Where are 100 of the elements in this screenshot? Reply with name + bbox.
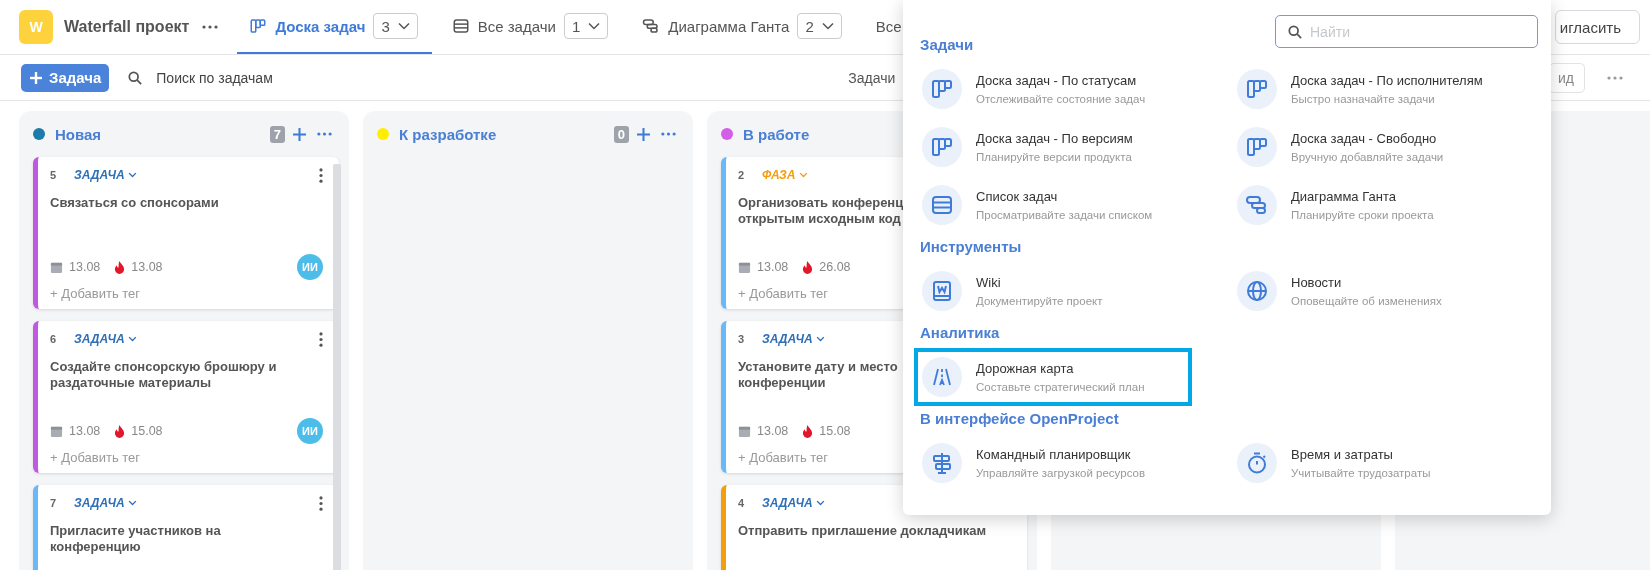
board-icon [249, 17, 268, 35]
tab-label: Все задачи [477, 17, 556, 35]
tab-label: Доска задач [275, 17, 366, 35]
start-date: 13.08 [69, 424, 101, 438]
search-field[interactable]: Найти [1275, 15, 1538, 48]
chevron-icon [127, 500, 137, 506]
start-date: 13.08 [757, 260, 789, 274]
tab-label: Все [875, 17, 902, 35]
board-icon [1245, 135, 1269, 159]
task-type-dropdown[interactable]: ЗАДАЧА [762, 496, 825, 510]
more-icon[interactable] [317, 132, 332, 136]
flame-icon [802, 424, 814, 438]
calendar-icon [50, 260, 63, 274]
tab-label: Диаграмма Ганта [668, 17, 790, 35]
item-description: Планируйте сроки проекта [1291, 209, 1434, 221]
calendar-icon [738, 424, 751, 438]
item-description: Отслеживайте состояние задач [976, 93, 1146, 105]
kebab-icon[interactable] [319, 167, 323, 183]
task-number: 2 [738, 169, 746, 181]
task-type-dropdown[interactable]: ЗАДАЧА [74, 496, 137, 510]
more-icon[interactable] [202, 25, 219, 29]
chevron-icon [815, 336, 825, 342]
board-icon [1245, 77, 1269, 101]
more-icon[interactable] [661, 132, 676, 136]
gantt-icon [1245, 193, 1269, 217]
add-task-button[interactable]: Задача [21, 63, 110, 92]
section-heading: Задачи [920, 35, 975, 55]
menu-item[interactable]: Время и затраты Учитывайте трудозатраты [1229, 434, 1507, 492]
plus-icon [29, 70, 43, 85]
calendar-icon [50, 424, 63, 438]
menu-item[interactable]: Доска задач - По исполнителям Быстро назначайте задачи [1229, 60, 1507, 118]
task-title: Отправить приглашение докладчикам [738, 523, 987, 539]
board-icon [930, 135, 954, 159]
item-description: Быстро назначайте задачи [1291, 93, 1436, 105]
due-date: 15.08 [131, 424, 163, 438]
view-count-dropdown[interactable]: 3 [373, 13, 418, 39]
task-title: Организовать конференц открытым исходным код [738, 195, 904, 227]
start-date: 13.08 [69, 260, 101, 274]
chevron-icon [821, 22, 834, 30]
kebab-icon[interactable] [319, 495, 323, 511]
task-type-dropdown[interactable]: ЗАДАЧА [762, 332, 825, 346]
list-icon [930, 193, 954, 217]
view-button[interactable]: ид [1549, 62, 1585, 93]
filter-label[interactable]: Задачи [848, 69, 896, 86]
chevron-icon [588, 22, 601, 30]
view-count-dropdown[interactable]: 2 [797, 13, 842, 39]
menu-item[interactable]: Доска задач - По статусам Отслеживайте состояние задач [914, 60, 1192, 118]
view-tab[interactable]: Доска задач 3 [237, 0, 432, 54]
search-icon [1288, 25, 1302, 39]
scrollbar[interactable] [333, 164, 341, 570]
task-number: 6 [50, 333, 58, 345]
chevron-icon [397, 22, 410, 30]
globe-icon [1245, 279, 1269, 303]
menu-item[interactable]: Дорожная карта Составьте стратегический план [914, 348, 1192, 406]
task-card[interactable]: 5 ЗАДАЧА Связаться со спонсорами 13.08 13.08 ИИ + Добавить тег [33, 157, 339, 309]
chevron-icon [815, 500, 825, 506]
stopwatch-icon [1245, 451, 1269, 475]
menu-item[interactable]: Доска задач - Свободно Вручную добавляйте задачи [1229, 118, 1507, 176]
section-heading: Аналитика [920, 323, 1001, 343]
project-name[interactable]: Waterfall проект [64, 18, 190, 36]
book-icon [930, 279, 954, 303]
column-title: К разработке [399, 125, 497, 143]
task-number: 3 [738, 333, 746, 345]
task-number: 7 [50, 497, 58, 509]
add-icon[interactable] [293, 127, 306, 141]
list-icon [451, 17, 470, 35]
view-tab[interactable]: Все задачи 1 [439, 0, 623, 54]
menu-item[interactable]: Новости Оповещайте об изменениях [1229, 262, 1507, 320]
item-description: Оповещайте об изменениях [1291, 295, 1442, 307]
task-type-dropdown[interactable]: ЗАДАЧА [74, 332, 137, 346]
count-badge: 7 [269, 125, 285, 143]
due-date: 26.08 [819, 260, 851, 274]
task-type-dropdown[interactable]: ЗАДАЧА [74, 168, 137, 182]
count-badge: 0 [613, 125, 629, 143]
view-tab[interactable]: Диаграмма Ганта 2 [630, 0, 856, 54]
task-title: Создайте спонсорскую брошюру и раздаточные материалы [50, 359, 278, 391]
item-title: Доска задач - По статусам [976, 73, 1138, 88]
flame-icon [802, 260, 814, 274]
section-heading: Инструменты [920, 237, 1023, 257]
view-count-dropdown[interactable]: 1 [563, 13, 609, 39]
flame-icon [114, 260, 126, 274]
invite-button[interactable]: игласить [1554, 10, 1640, 44]
board-icon [930, 77, 954, 101]
search-icon [128, 70, 143, 85]
due-date: 13.08 [131, 260, 163, 274]
start-date: 13.08 [757, 424, 789, 438]
kebab-icon[interactable] [319, 331, 323, 347]
task-title: Пригласите участников на конференцию [50, 523, 222, 555]
task-title: Связаться со спонсорами [50, 195, 219, 211]
gantt-icon [642, 17, 661, 35]
chevron-icon [127, 336, 137, 342]
item-title: Доска задач - По исполнителям [1291, 73, 1483, 88]
due-date: 15.08 [819, 424, 851, 438]
item-title: Доска задач - Свободно [1291, 131, 1438, 146]
menu-item[interactable]: Диаграмма Ганта Планируйте сроки проекта [1229, 176, 1507, 234]
item-title: Wiki [976, 275, 1002, 290]
flame-icon [114, 424, 126, 438]
column-title: В работе [743, 125, 810, 143]
add-icon[interactable] [637, 127, 650, 141]
item-description: Вручную добавляйте задачи [1291, 151, 1444, 163]
